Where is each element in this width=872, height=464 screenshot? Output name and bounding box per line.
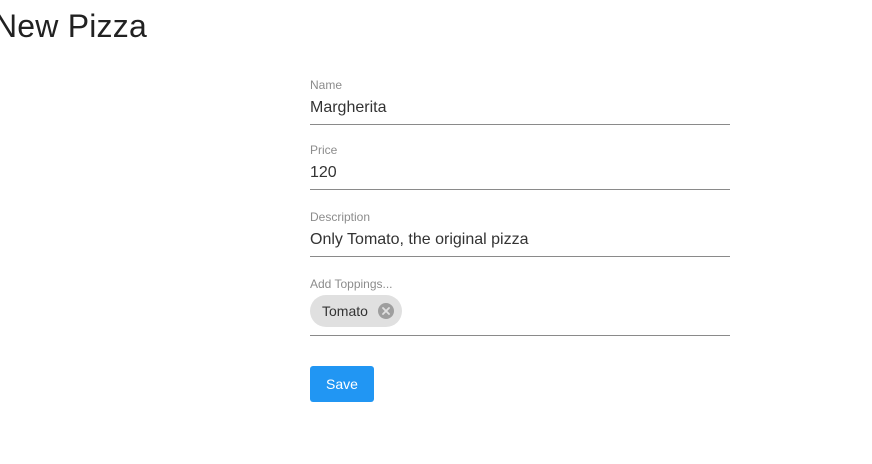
save-button[interactable]: Save bbox=[310, 366, 374, 402]
name-field: Name bbox=[310, 78, 730, 125]
description-label: Description bbox=[310, 210, 371, 224]
price-input[interactable] bbox=[310, 157, 730, 189]
price-field: Price bbox=[310, 143, 730, 190]
description-input[interactable] bbox=[310, 224, 730, 256]
pizza-form: Name Price Description Add Toppings... T… bbox=[310, 78, 730, 402]
toppings-field[interactable]: Add Toppings... Tomato bbox=[310, 277, 730, 336]
name-label: Name bbox=[310, 78, 343, 92]
page-title: New Pizza bbox=[0, 8, 147, 44]
description-field: Description bbox=[310, 210, 730, 257]
price-label: Price bbox=[310, 143, 338, 157]
topping-chip[interactable]: Tomato bbox=[310, 295, 402, 327]
topping-chip-label: Tomato bbox=[322, 303, 368, 319]
toppings-label: Add Toppings... bbox=[310, 277, 393, 291]
name-input[interactable] bbox=[310, 92, 730, 124]
cancel-circle-icon[interactable] bbox=[377, 303, 394, 319]
toppings-chips: Tomato bbox=[310, 295, 402, 327]
